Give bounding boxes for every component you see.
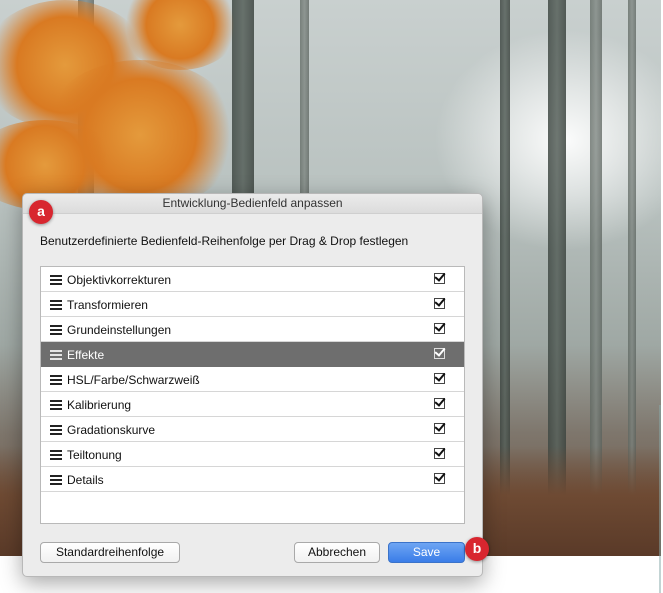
- panel-row-gradationskurve[interactable]: Gradationskurve: [41, 417, 464, 442]
- checkbox-checked-icon[interactable]: [434, 323, 445, 334]
- panel-row-transformieren[interactable]: Transformieren: [41, 292, 464, 317]
- drag-handle-icon[interactable]: [50, 450, 62, 460]
- panel-row-label: Transformieren: [67, 298, 148, 312]
- panel-row-objektivkorrekturen[interactable]: Objektivkorrekturen: [41, 267, 464, 292]
- annotation-badge-b: b: [465, 537, 489, 561]
- panel-row-label: Objektivkorrekturen: [67, 273, 172, 287]
- panel-row-label: Grundeinstellungen: [67, 323, 172, 337]
- checkbox-checked-icon[interactable]: [434, 473, 445, 484]
- dialog-titlebar[interactable]: Entwicklung-Bedienfeld anpassen: [23, 194, 482, 214]
- drag-handle-icon[interactable]: [50, 475, 62, 485]
- drag-handle-icon[interactable]: [50, 350, 62, 360]
- panel-row-details[interactable]: Details: [41, 467, 464, 492]
- checkbox-checked-icon[interactable]: [434, 398, 445, 409]
- panel-row-kalibrierung[interactable]: Kalibrierung: [41, 392, 464, 417]
- image-edge-line: [659, 405, 661, 593]
- cancel-button[interactable]: Abbrechen: [294, 542, 380, 563]
- checkbox-checked-icon[interactable]: [434, 423, 445, 434]
- panel-row-label: Gradationskurve: [67, 423, 156, 437]
- panel-row-hsl[interactable]: HSL/Farbe/Schwarzweiß: [41, 367, 464, 392]
- checkbox-checked-icon[interactable]: [434, 448, 445, 459]
- annotation-badge-a: a: [29, 200, 53, 224]
- panel-row-label: Kalibrierung: [67, 398, 132, 412]
- save-button[interactable]: Save: [388, 542, 465, 563]
- panel-row-label: Details: [67, 473, 104, 487]
- panel-row-label: HSL/Farbe/Schwarzweiß: [67, 373, 200, 387]
- panel-row-label: Teiltonung: [67, 448, 122, 462]
- drag-handle-icon[interactable]: [50, 400, 62, 410]
- panel-row-grundeinstellungen[interactable]: Grundeinstellungen: [41, 317, 464, 342]
- dialog-instruction: Benutzerdefinierte Bedienfeld-Reihenfolg…: [40, 234, 409, 248]
- checkbox-checked-icon[interactable]: [434, 298, 445, 309]
- drag-handle-icon[interactable]: [50, 375, 62, 385]
- customize-develop-panel-dialog: Entwicklung-Bedienfeld anpassen Benutzer…: [22, 193, 483, 577]
- panel-row-effekte[interactable]: Effekte: [41, 342, 464, 367]
- drag-handle-icon[interactable]: [50, 300, 62, 310]
- drag-handle-icon[interactable]: [50, 425, 62, 435]
- panel-row-label: Effekte: [67, 348, 105, 362]
- drag-handle-icon[interactable]: [50, 325, 62, 335]
- checkbox-checked-icon[interactable]: [434, 373, 445, 384]
- drag-handle-icon[interactable]: [50, 275, 62, 285]
- checkbox-checked-icon[interactable]: [434, 273, 445, 284]
- panel-row-teiltonung[interactable]: Teiltonung: [41, 442, 464, 467]
- panel-order-list[interactable]: Objektivkorrekturen Transformieren Grund…: [40, 266, 465, 524]
- checkbox-checked-icon[interactable]: [434, 348, 445, 359]
- default-order-button[interactable]: Standardreihenfolge: [40, 542, 180, 563]
